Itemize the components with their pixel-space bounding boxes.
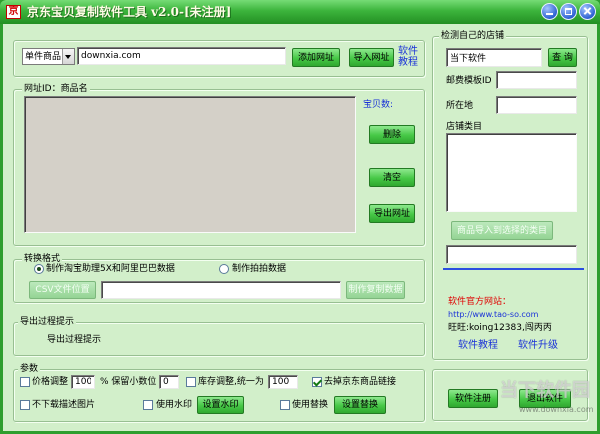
export-url-button[interactable]: 导出网址 (369, 204, 415, 223)
official-site-label: 软件官方网站： (448, 297, 512, 307)
shop-name-input[interactable] (446, 48, 542, 67)
paipai-format-radio[interactable] (219, 264, 229, 274)
percent-decimal-label: % 保留小数位 (100, 377, 157, 387)
window-title: 京东宝贝复制软件工具 v2.0-[未注册] (27, 5, 232, 19)
maximize-button[interactable] (560, 3, 577, 20)
register-button[interactable]: 软件注册 (448, 389, 498, 408)
no-desc-images-checkbox[interactable] (20, 400, 30, 410)
use-watermark-label[interactable]: 使用水印 (156, 399, 192, 411)
query-button[interactable]: 查 询 (548, 48, 577, 67)
url-listbox[interactable] (24, 96, 356, 233)
separator-line (443, 268, 584, 270)
price-adjust-label[interactable]: 价格调整 (32, 376, 68, 388)
remove-jd-links-checkbox[interactable] (312, 377, 322, 387)
make-copy-data-button[interactable]: 制作复制数据 (346, 281, 405, 299)
use-watermark-checkbox[interactable] (143, 400, 153, 410)
paipai-format-label[interactable]: 制作拍拍数据 (232, 263, 286, 275)
upgrade-link[interactable]: 软件升级 (518, 340, 558, 352)
chevron-down-icon[interactable] (62, 49, 74, 64)
close-icon (580, 4, 595, 19)
price-adjust-checkbox[interactable] (20, 377, 30, 387)
item-count-label: 宝贝数: (363, 100, 394, 110)
maximize-icon (565, 8, 572, 15)
taobao-format-radio[interactable] (34, 264, 44, 274)
close-button[interactable] (579, 3, 596, 20)
csv-path-input[interactable] (101, 281, 341, 299)
minimize-icon (546, 13, 553, 15)
params-title: 参数 (18, 363, 41, 375)
no-desc-images-label[interactable]: 不下载描述图片 (32, 399, 95, 411)
add-url-button[interactable]: 添加网址 (292, 48, 340, 67)
shop-category-label: 店铺类目 (446, 122, 483, 132)
set-watermark-button[interactable]: 设置水印 (197, 396, 244, 414)
category-extra-input[interactable] (446, 245, 577, 264)
app-window: 京 京东宝贝复制软件工具 v2.0-[未注册] 单件商品 添加网址 导入网址 软… (0, 0, 600, 434)
url-list-group: 网址ID：商品名 宝贝数: 删除 清空 导出网址 (13, 83, 425, 246)
location-label: 所在地 (446, 101, 474, 111)
shop-check-title: 检测自己的店铺 (439, 30, 507, 42)
tutorial-link-bottom[interactable]: 软件教程 (458, 340, 498, 352)
product-type-select[interactable]: 单件商品 (22, 48, 75, 65)
shop-check-group: 检测自己的店铺 查 询 邮费模板ID 所在地 店铺类目 商品导入到选择的类目 软… (432, 30, 588, 360)
wangwang-contact: 旺旺:koing12383,闯丙丙 (448, 323, 552, 333)
minimize-button[interactable] (541, 3, 558, 20)
footer-actions-group: 软件注册 退出软件 (432, 369, 588, 421)
url-input-panel: 单件商品 添加网址 导入网址 软件教程 (13, 40, 425, 77)
export-log-group: 导出过程提示 导出过程提示 (13, 316, 425, 356)
tutorial-link[interactable]: 软件教程 (398, 46, 420, 68)
product-type-selected: 单件商品 (25, 52, 62, 62)
stock-adjust-input[interactable] (268, 375, 298, 389)
csv-location-button[interactable]: CSV文件位置 (29, 281, 96, 299)
stock-adjust-label[interactable]: 库存调整,统一为 (198, 376, 264, 388)
postage-template-input[interactable] (496, 71, 577, 89)
remove-jd-links-label[interactable]: 去掉京东商品链接 (324, 376, 396, 388)
official-site-url[interactable]: http://www.tao-so.com (448, 310, 538, 320)
taobao-format-label[interactable]: 制作淘宝助理5X和阿里巴巴数据 (46, 263, 175, 275)
delete-button[interactable]: 删除 (369, 125, 415, 144)
price-adjust-input[interactable] (71, 375, 95, 389)
stock-adjust-checkbox[interactable] (186, 377, 196, 387)
clear-button[interactable]: 清空 (369, 168, 415, 187)
params-group: 参数 价格调整 % 保留小数位 库存调整,统一为 去掉京东商品链接 不下载描述图… (13, 363, 425, 422)
set-replace-button[interactable]: 设置替换 (334, 396, 386, 414)
app-logo-icon: 京 (6, 5, 21, 19)
location-input[interactable] (496, 96, 577, 114)
convert-format-group: 转换格式 制作淘宝助理5X和阿里巴巴数据 制作拍拍数据 CSV文件位置 制作复制… (13, 253, 425, 303)
import-url-button[interactable]: 导入网址 (349, 48, 394, 67)
url-input[interactable] (77, 47, 286, 65)
import-to-category-button[interactable]: 商品导入到选择的类目 (451, 221, 553, 240)
use-replace-checkbox[interactable] (280, 400, 290, 410)
export-log-message: 导出过程提示 (47, 335, 102, 345)
use-replace-label[interactable]: 使用替换 (292, 399, 328, 411)
decimal-places-input[interactable] (159, 375, 179, 389)
title-bar[interactable]: 京 京东宝贝复制软件工具 v2.0-[未注册] (0, 0, 600, 24)
postage-template-label: 邮费模板ID (446, 76, 492, 86)
export-log-title: 导出过程提示 (18, 316, 77, 328)
shop-category-listbox[interactable] (446, 133, 577, 212)
exit-button[interactable]: 退出软件 (519, 389, 571, 408)
url-list-title: 网址ID：商品名 (22, 83, 90, 95)
